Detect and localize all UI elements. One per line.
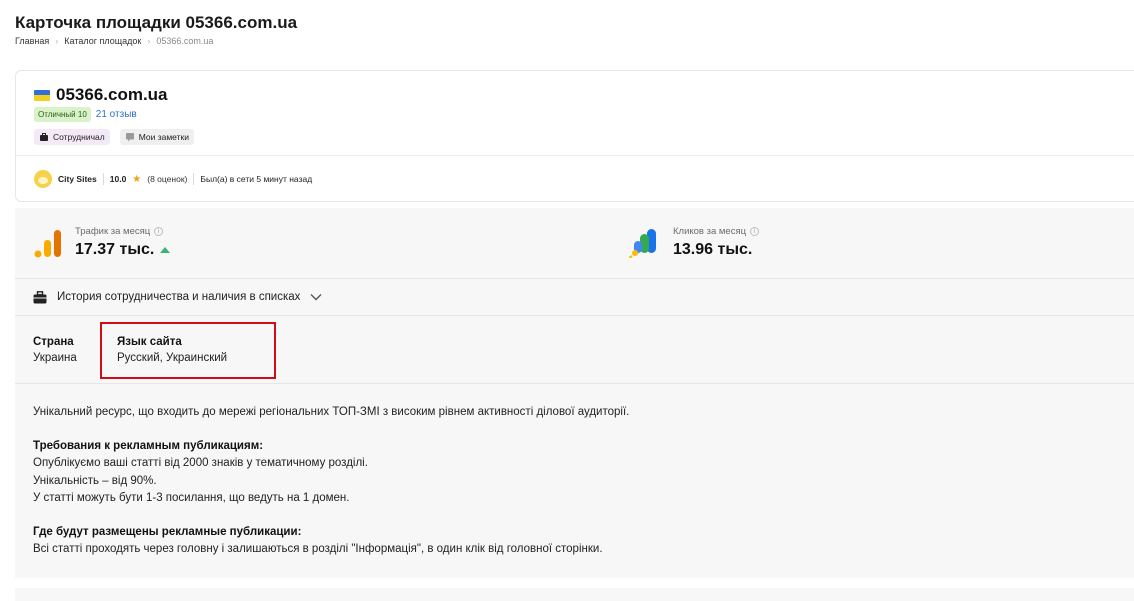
owner-name[interactable]: City Sites: [58, 174, 97, 184]
notes-icon: [125, 133, 134, 142]
traffic-stat: Трафик за месяц i 17.37 тыс.: [33, 226, 171, 259]
card-divider: [16, 155, 1134, 156]
collaborated-tag: Сотрудничал: [34, 129, 110, 145]
placement-heading: Где будут размещены рекламные публикации…: [33, 525, 302, 538]
country-value: Украина: [33, 352, 77, 364]
breadcrumb-separator: ›: [147, 36, 151, 46]
next-section-edge: [15, 588, 1134, 601]
rating-row: Отличный 10 21 отзыв: [34, 107, 137, 122]
site-properties: Страна Украина Язык сайта Русский, Украи…: [15, 316, 1134, 384]
trend-up-icon: [160, 247, 171, 253]
history-toggle[interactable]: История сотрудничества и наличия в списк…: [15, 278, 1134, 316]
google-ads-icon: [629, 229, 656, 258]
requirements-heading: Требования к рекламным публикациям:: [33, 439, 264, 452]
rating-badge: Отличный 10: [34, 107, 91, 122]
traffic-label-text: Трафик за месяц: [75, 226, 151, 237]
tags-row: Сотрудничал Мои заметки: [34, 129, 194, 145]
traffic-label: Трафик за месяц i: [75, 226, 170, 237]
owner-avatar-icon[interactable]: [34, 170, 52, 188]
traffic-bars-icon: [34, 230, 61, 258]
briefcase-icon: [40, 133, 48, 141]
breadcrumb-home[interactable]: Главная: [15, 36, 49, 46]
breadcrumb-separator: ›: [55, 36, 59, 46]
clicks-value-text: 13.96 тыс.: [673, 241, 753, 258]
clicks-value: 13.96 тыс.: [673, 241, 759, 259]
traffic-value-text: 17.37 тыс.: [75, 241, 155, 258]
traffic-value: 17.37 тыс.: [75, 241, 171, 259]
ukraine-flag-icon: [34, 89, 50, 101]
notes-button[interactable]: Мои заметки: [119, 129, 194, 145]
owner-row: City Sites 10.0 ★ (8 оценок) Был(а) в се…: [34, 170, 312, 188]
site-name: 05366.com.ua: [56, 85, 168, 104]
owner-votes: (8 оценок): [147, 174, 188, 184]
info-icon[interactable]: i: [154, 227, 164, 236]
site-header: 05366.com.ua: [34, 85, 168, 105]
placement-text: Всі статті проходять через головну і зал…: [33, 543, 603, 555]
star-icon: ★: [132, 173, 142, 185]
country-prop: Страна Украина: [33, 334, 77, 366]
language-highlight-box: [100, 322, 276, 379]
stats-panel: Трафик за месяц i 17.37 тыс. Кликов за м…: [15, 208, 1134, 578]
collaborated-label: Сотрудничал: [53, 132, 105, 142]
breadcrumb-catalog[interactable]: Каталог площадок: [64, 36, 141, 46]
clicks-label: Кликов за месяц i: [673, 226, 760, 237]
owner-score: 10.0: [109, 174, 127, 184]
requirement-item: Унікальність – від 90%.: [33, 474, 157, 487]
info-icon[interactable]: i: [750, 227, 760, 236]
page-title: Карточка площадки 05366.com.ua: [15, 13, 298, 32]
description-intro: Унікальний ресурс, що входить до мережі …: [33, 406, 630, 418]
chevron-down-icon: [310, 294, 322, 301]
breadcrumb-current: 05366.com.ua: [156, 36, 214, 46]
requirement-item: Опублікуємо ваші статті від 2000 знаків …: [33, 457, 368, 469]
requirement-item: У статті можуть бути 1-3 посилання, що в…: [33, 492, 350, 504]
site-card: 05366.com.ua Отличный 10 21 отзыв Сотруд…: [15, 70, 1134, 202]
site-description: Унікальний ресурс, що входить до мережі …: [33, 404, 1113, 559]
briefcase-icon: [33, 290, 47, 303]
history-label: История сотрудничества и наличия в списк…: [57, 291, 301, 303]
reviews-link[interactable]: 21 отзыв: [96, 109, 137, 120]
separator: [102, 173, 104, 185]
notes-label: Мои заметки: [138, 132, 189, 142]
breadcrumb: Главная › Каталог площадок › 05366.com.u…: [15, 36, 213, 46]
clicks-stat: Кликов за месяц i 13.96 тыс.: [629, 226, 760, 259]
owner-online-status: Был(а) в сети 5 минут назад: [200, 174, 313, 184]
clicks-label-text: Кликов за месяц: [673, 226, 747, 237]
country-key: Страна: [33, 336, 74, 348]
separator: [193, 173, 195, 185]
